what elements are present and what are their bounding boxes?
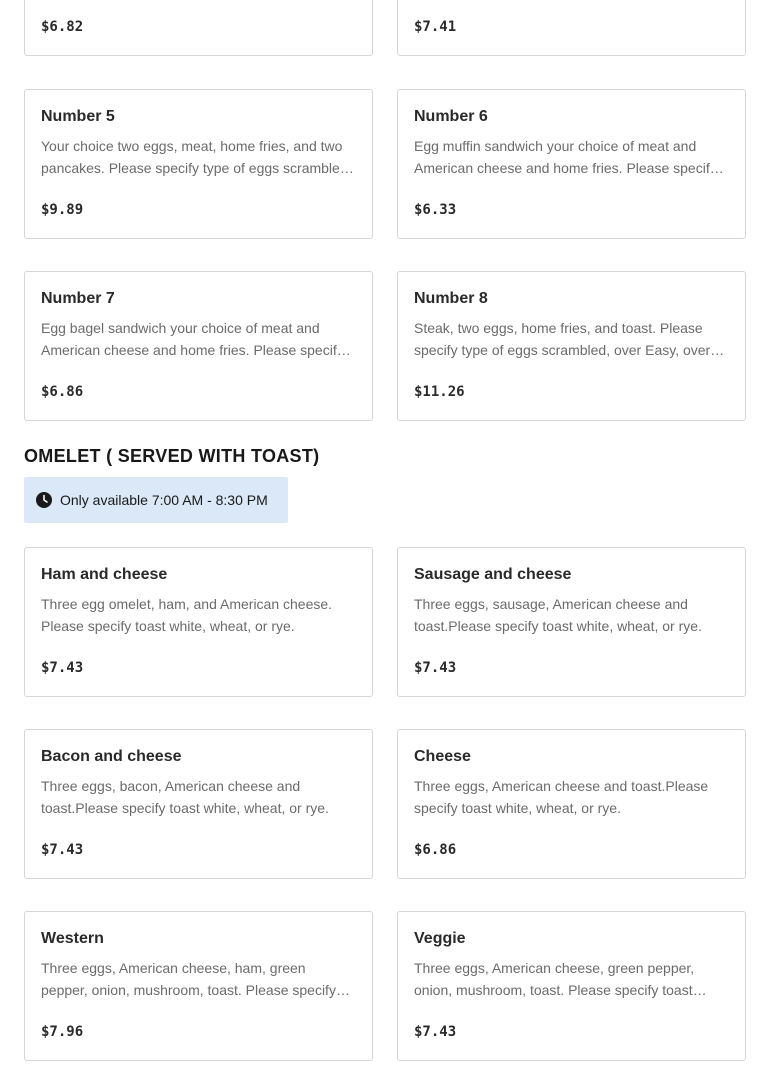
menu-item-card[interactable]: Number 6 Egg muffin sandwich your choice…	[397, 89, 746, 239]
item-description: Three egg omelet, ham, and American chee…	[41, 596, 333, 634]
menu-item-card[interactable]: Western Three eggs, American cheese, ham…	[24, 911, 373, 1061]
menu-item-card[interactable]: Veggie Three eggs, American cheese, gree…	[397, 911, 746, 1061]
menu-item-card[interactable]: Cheese Three eggs, American cheese and t…	[397, 729, 746, 879]
menu-item-card[interactable]: Number 8 Steak, two eggs, home fries, an…	[397, 271, 746, 421]
item-price: $7.43	[414, 1024, 457, 1040]
availability-banner: Only available 7:00 AM - 8:30 PM	[24, 477, 288, 523]
item-name: Number 6	[414, 108, 488, 125]
item-price: $6.86	[414, 842, 457, 858]
item-name: Bacon and cheese	[41, 748, 182, 765]
item-description: Three eggs, American cheese, ham, green …	[41, 960, 336, 998]
item-description: Egg bagel sandwich your choice of meat a…	[41, 320, 344, 358]
menu-item-card[interactable]: $6.82	[24, 0, 373, 56]
clock-icon	[36, 492, 52, 508]
menu-item-card[interactable]: Number 5 Your choice two eggs, meat, hom…	[24, 89, 373, 239]
item-description: Three eggs, American cheese and toast.Pl…	[414, 778, 709, 816]
item-price: $11.26	[414, 384, 465, 400]
item-price: $9.89	[41, 202, 84, 218]
item-description: Egg muffin sandwich your choice of meat …	[414, 138, 717, 176]
menu-item-card[interactable]: Ham and cheese Three egg omelet, ham, an…	[24, 547, 373, 697]
item-price: $6.82	[41, 19, 84, 35]
item-price: $7.43	[41, 660, 84, 676]
item-name: Number 5	[41, 108, 115, 125]
menu-item-card[interactable]: Sausage and cheese Three eggs, sausage, …	[397, 547, 746, 697]
item-price: $7.41	[414, 19, 457, 35]
item-price: $7.43	[414, 660, 457, 676]
item-price: $7.96	[41, 1024, 84, 1040]
item-name: Number 7	[41, 290, 115, 307]
menu-item-card[interactable]: Bacon and cheese Three eggs, bacon, Amer…	[24, 729, 373, 879]
menu-item-card[interactable]: Number 7 Egg bagel sandwich your choice …	[24, 271, 373, 421]
item-description: Three eggs, sausage, American cheese and…	[414, 596, 702, 634]
item-description: Three eggs, bacon, American cheese and t…	[41, 778, 329, 816]
menu-item-card[interactable]: $7.41	[397, 0, 746, 56]
availability-text: Only available 7:00 AM - 8:30 PM	[60, 492, 268, 508]
item-description: Steak, two eggs, home fries, and toast. …	[414, 320, 711, 358]
item-name: Veggie	[414, 930, 466, 947]
section-title: OMELET ( SERVED WITH TOAST)	[24, 446, 320, 466]
item-name: Cheese	[414, 748, 471, 765]
item-name: Ham and cheese	[41, 566, 168, 583]
item-name: Western	[41, 930, 104, 947]
item-name: Number 8	[414, 290, 488, 307]
item-price: $7.43	[41, 842, 84, 858]
item-price: $6.86	[41, 384, 84, 400]
item-description: Your choice two eggs, meat, home fries, …	[41, 138, 352, 176]
item-description: Three eggs, American cheese, green peppe…	[414, 960, 695, 998]
item-name: Sausage and cheese	[414, 566, 572, 583]
item-price: $6.33	[414, 202, 457, 218]
